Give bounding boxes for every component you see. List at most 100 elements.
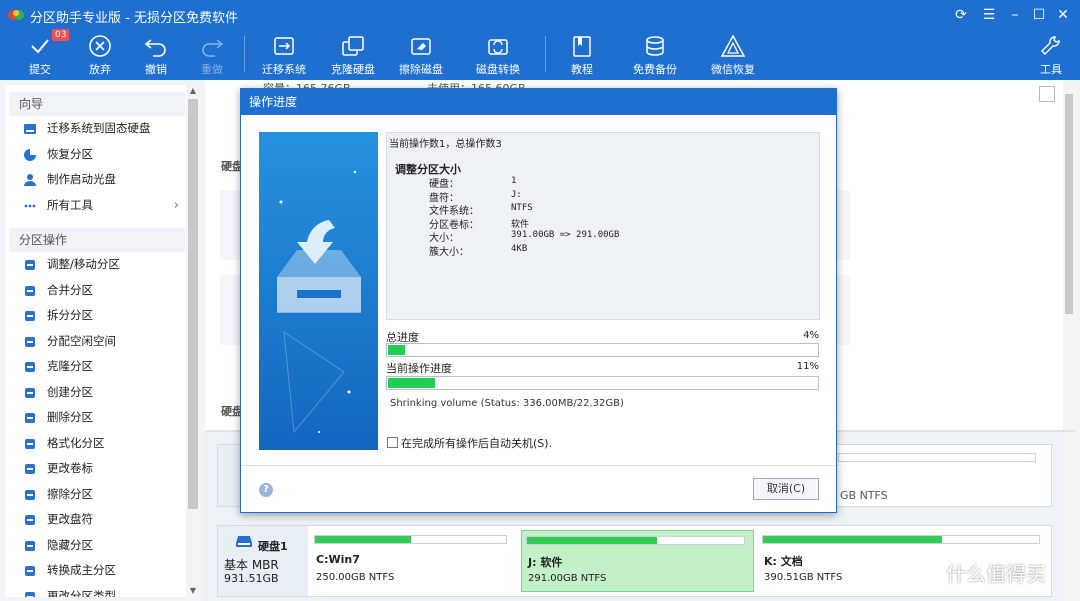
current-progress-label: 当前操作进度 <box>386 362 452 375</box>
database-icon <box>646 36 664 56</box>
sidebar-item-label: 更改卷标 <box>47 461 93 475</box>
download-disk-icon <box>259 132 378 450</box>
wechat-recovery-button[interactable]: 微信恢复 <box>710 30 756 78</box>
sidebar-item-wipe[interactable]: 擦除分区 <box>9 482 185 508</box>
dialog-illustration <box>259 132 378 450</box>
sidebar-item-all-tools[interactable]: 所有工具 › <box>9 193 185 219</box>
commit-button[interactable]: 03 提交 <box>15 29 70 78</box>
clone-disk-button[interactable]: 克隆硬盘 <box>327 30 379 78</box>
scrollbar-thumb[interactable] <box>1065 94 1073 314</box>
tools-button[interactable]: 工具 <box>1034 30 1068 78</box>
sidebar-item-label[interactable]: 更改卷标 <box>9 456 185 482</box>
partition-name: J: 软件 <box>528 556 563 569</box>
sidebar-item-split[interactable]: 拆分分区 <box>9 303 185 329</box>
partition-card[interactable]: J: 软件 291.00GB NTFS <box>521 530 754 592</box>
sidebar-item-recover-partition[interactable]: 恢复分区 <box>9 142 185 168</box>
detail-value: 391.00GB => 291.00GB <box>511 230 620 241</box>
sidebar-item-create[interactable]: 创建分区 <box>9 380 185 406</box>
disk-size: 931.51GB <box>224 572 279 585</box>
content-scrollbar[interactable] <box>1063 80 1075 430</box>
commit-label: 提交 <box>29 63 51 76</box>
free-backup-button[interactable]: 免费备份 <box>631 30 679 78</box>
total-progress-bar <box>386 343 819 357</box>
total-progress-fill <box>388 345 406 355</box>
partition-usage-fill <box>763 536 943 543</box>
partition-card[interactable]: C:Win7 250.00GB NTFS <box>310 530 515 592</box>
menu-icon[interactable]: ☰ <box>980 6 998 24</box>
more-icon <box>24 204 36 207</box>
sidebar-item-label: 隐藏分区 <box>47 537 93 552</box>
current-progress-bar <box>386 376 819 390</box>
wizard-heading: 向导 <box>9 92 185 116</box>
clone-icon <box>25 362 35 372</box>
free-backup-label: 免费备份 <box>633 63 677 76</box>
sidebar-item-delete[interactable]: 删除分区 <box>9 405 185 431</box>
toolbar-separator <box>244 36 245 72</box>
sidebar-item-migrate-ssd[interactable]: 迁移系统到固态硬盘 <box>9 116 185 142</box>
scroll-up-icon[interactable]: ▲ <box>186 85 200 97</box>
redo-button[interactable]: 重做 <box>187 30 237 78</box>
maximize-button[interactable]: ☐ <box>1030 6 1048 24</box>
sidebar: 向导 迁移系统到固态硬盘 恢复分区 制作启动光盘 所有工具 › 分区操作 调整/… <box>5 85 200 597</box>
partition-usage-fill <box>527 537 658 544</box>
tutorial-button[interactable]: 教程 <box>562 30 602 78</box>
sidebar-item-letter[interactable]: 更改盘符 <box>9 507 185 533</box>
scroll-down-icon[interactable]: ▼ <box>186 585 200 597</box>
split-icon <box>25 311 35 321</box>
sidebar-item-allocate[interactable]: 分配空闲空间 <box>9 329 185 355</box>
auto-shutdown-label[interactable]: 在完成所有操作后自动关机(S). <box>401 435 552 451</box>
watermark: 什么值得买 <box>912 558 1076 594</box>
minimize-button[interactable]: – <box>1006 6 1024 24</box>
auto-shutdown-checkbox[interactable] <box>387 437 398 448</box>
sidebar-item-type[interactable]: 更改分区类型 <box>9 584 185 597</box>
partition-usage-bar <box>314 535 507 544</box>
close-circle-icon <box>89 35 111 57</box>
scrollbar-thumb[interactable] <box>188 99 198 509</box>
letter-icon <box>25 515 35 525</box>
undo-button[interactable]: 撤销 <box>131 30 181 78</box>
wechat-recovery-label: 微信恢复 <box>711 63 755 76</box>
hard-disk-icon <box>236 536 252 547</box>
sidebar-item-label: 制作启动光盘 <box>47 172 116 186</box>
undo-label: 撤销 <box>145 63 167 76</box>
sidebar-item-hide[interactable]: 隐藏分区 <box>9 533 185 559</box>
progress-dialog: 操作进度 当前操作数1，总操作数3 调整分区大小 硬盘： 1 盘符： J: 文件系统： N… <box>240 88 837 513</box>
convert-disk-button[interactable]: 磁盘转换 <box>472 30 524 78</box>
partition-usage-fill <box>315 536 411 543</box>
sidebar-scrollbar[interactable]: ▲ ▼ <box>186 85 200 597</box>
discard-button[interactable]: 放弃 <box>75 30 125 78</box>
sidebar-item-resize[interactable]: 调整/移动分区 <box>9 252 185 278</box>
partition-ops-heading: 分区操作 <box>9 228 185 252</box>
toolbar-separator <box>545 36 546 72</box>
sidebar-item-label: 擦除分区 <box>47 486 93 501</box>
close-button[interactable]: ✕ <box>1054 6 1072 24</box>
current-progress-percent: 11% <box>796 361 819 372</box>
sidebar-item-primary[interactable]: 转换成主分区 <box>9 558 185 584</box>
watermark-logo-icon <box>912 561 940 590</box>
refresh-icon[interactable]: ⟳ <box>952 6 970 24</box>
sidebar-item-clone[interactable]: 克隆分区 <box>9 354 185 380</box>
sidebar-item-label: 所有工具 <box>47 197 93 212</box>
title-bar: 分区助手专业版 - 无损分区免费软件 ⟳ ☰ – ☐ ✕ 03 提交 放弃 撤销… <box>0 0 1080 80</box>
redo-label: 重做 <box>201 63 223 76</box>
sidebar-item-bootable-disc[interactable]: 制作启动光盘 <box>9 167 185 193</box>
wipe-disk-button[interactable]: 擦除磁盘 <box>395 30 447 78</box>
help-icon[interactable]: ? <box>259 483 273 497</box>
sidebar-item-format[interactable]: 格式化分区 <box>9 431 185 457</box>
convert-icon <box>488 39 508 55</box>
view-toggle-button[interactable] <box>1039 86 1055 102</box>
status-text: Shrinking volume (Status: 336.00MB/22.32… <box>390 398 624 409</box>
migrate-os-button[interactable]: 迁移系统 <box>258 30 310 78</box>
cancel-button[interactable]: 取消(C) <box>753 478 819 500</box>
partition-usage-bar <box>526 536 745 545</box>
commit-badge: 03 <box>52 29 70 41</box>
redo-icon <box>202 39 224 57</box>
chevron-right-icon: › <box>173 197 179 213</box>
hide-icon <box>25 540 35 551</box>
resize-icon <box>25 260 35 270</box>
discard-label: 放弃 <box>89 63 111 76</box>
migrate-disk-icon <box>274 37 294 55</box>
dialog-title: 操作进度 <box>241 89 836 115</box>
eraser-icon <box>411 38 431 55</box>
sidebar-item-merge[interactable]: 合并分区 <box>9 278 185 304</box>
